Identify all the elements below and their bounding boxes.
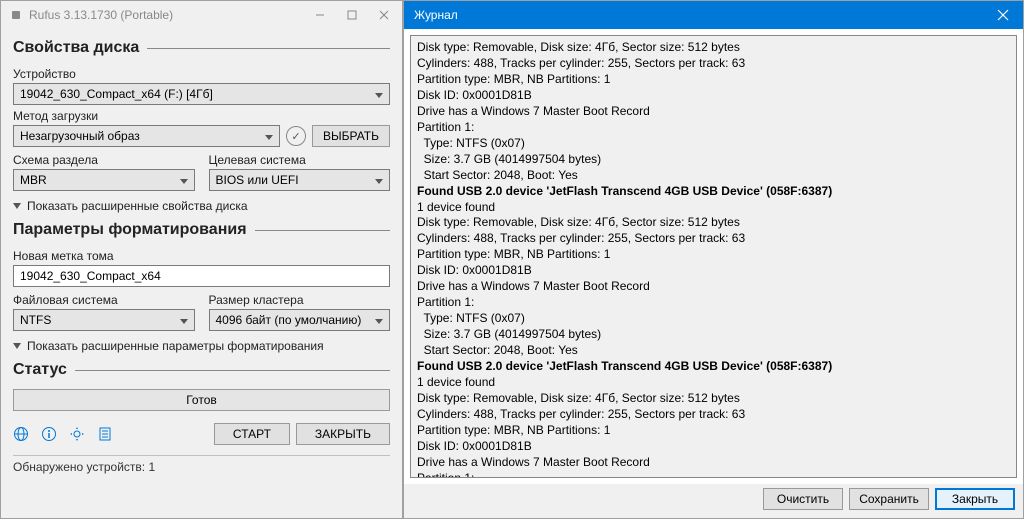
log-button-bar: Очистить Сохранить Закрыть [404, 484, 1023, 518]
info-icon[interactable] [41, 426, 57, 442]
log-line: Cylinders: 488, Tracks per cylinder: 255… [417, 231, 1010, 247]
expander-format-params[interactable]: Показать расширенные параметры форматиро… [13, 339, 390, 353]
start-button[interactable]: СТАРТ [214, 423, 290, 445]
log-line: Partition 1: [417, 295, 1010, 311]
label-cluster-size: Размер кластера [209, 293, 391, 307]
log-line: Cylinders: 488, Tracks per cylinder: 255… [417, 56, 1010, 72]
log-line: Partition type: MBR, NB Partitions: 1 [417, 72, 1010, 88]
log-line: Disk ID: 0x0001D81B [417, 263, 1010, 279]
target-system-dropdown[interactable]: BIOS или UEFI [209, 169, 391, 191]
log-line: Drive has a Windows 7 Master Boot Record [417, 455, 1010, 471]
log-line: Disk type: Removable, Disk size: 4Гб, Se… [417, 40, 1010, 56]
log-line: Size: 3.7 GB (4014997504 bytes) [417, 152, 1010, 168]
cluster-size-value: 4096 байт (по умолчанию) [216, 313, 362, 327]
log-body[interactable]: Disk type: Removable, Disk size: 4Гб, Se… [410, 35, 1017, 478]
expander-format-label: Показать расширенные параметры форматиро… [27, 339, 324, 353]
log-line: Found USB 2.0 device 'JetFlash Transcend… [417, 359, 1010, 375]
close-button[interactable] [368, 3, 400, 27]
devices-status: Обнаружено устройств: 1 [13, 455, 390, 474]
log-close-button[interactable]: Закрыть [935, 488, 1015, 510]
partition-scheme-value: MBR [20, 173, 47, 187]
log-line: Drive has a Windows 7 Master Boot Record [417, 104, 1010, 120]
volume-label-input[interactable] [13, 265, 390, 287]
log-line: Partition 1: [417, 120, 1010, 136]
log-line: Type: NTFS (0x07) [417, 136, 1010, 152]
log-line: 1 device found [417, 200, 1010, 216]
log-title: Журнал [414, 8, 983, 22]
file-system-value: NTFS [20, 313, 51, 327]
device-dropdown[interactable]: 19042_630_Compact_x64 (F:) [4Гб] [13, 83, 390, 105]
close-app-button[interactable]: ЗАКРЫТЬ [296, 423, 390, 445]
section-status: Статус [13, 361, 67, 379]
maximize-button[interactable] [336, 3, 368, 27]
cluster-size-dropdown[interactable]: 4096 байт (по умолчанию) [209, 309, 391, 331]
section-format-params: Параметры форматирования [13, 221, 247, 239]
log-line: Partition type: MBR, NB Partitions: 1 [417, 423, 1010, 439]
log-line: Drive has a Windows 7 Master Boot Record [417, 279, 1010, 295]
app-icon [9, 8, 23, 22]
divider [75, 370, 390, 371]
expander-drive-props[interactable]: Показать расширенные свойства диска [13, 199, 390, 213]
log-line: Start Sector: 2048, Boot: Yes [417, 343, 1010, 359]
boot-selection-value: Незагрузочный образ [20, 129, 140, 143]
section-drive-properties: Свойства диска [13, 39, 139, 57]
log-titlebar[interactable]: Журнал [404, 1, 1023, 29]
label-device: Устройство [13, 67, 390, 81]
log-line: Cylinders: 488, Tracks per cylinder: 255… [417, 407, 1010, 423]
label-boot-selection: Метод загрузки [13, 109, 390, 123]
log-line: Disk ID: 0x0001D81B [417, 88, 1010, 104]
log-clear-button[interactable]: Очистить [763, 488, 843, 510]
log-line: Found USB 2.0 device 'JetFlash Transcend… [417, 184, 1010, 200]
partition-scheme-dropdown[interactable]: MBR [13, 169, 195, 191]
log-line: Disk ID: 0x0001D81B [417, 439, 1010, 455]
main-window: Rufus 3.13.1730 (Portable) Свойства диск… [0, 0, 403, 519]
log-icon[interactable] [97, 426, 113, 442]
log-line: Disk type: Removable, Disk size: 4Гб, Se… [417, 391, 1010, 407]
log-close-titlebar-button[interactable] [983, 1, 1023, 29]
log-line: 1 device found [417, 375, 1010, 391]
log-line: Size: 3.7 GB (4014997504 bytes) [417, 327, 1010, 343]
main-titlebar[interactable]: Rufus 3.13.1730 (Portable) [1, 1, 402, 29]
label-target-system: Целевая система [209, 153, 391, 167]
log-line: Type: NTFS (0x07) [417, 311, 1010, 327]
label-file-system: Файловая система [13, 293, 195, 307]
file-system-dropdown[interactable]: NTFS [13, 309, 195, 331]
log-line: Partition type: MBR, NB Partitions: 1 [417, 247, 1010, 263]
status-bar: Готов [13, 389, 390, 411]
log-line: Partition 1: [417, 471, 1010, 478]
divider [147, 48, 390, 49]
globe-icon[interactable] [13, 426, 29, 442]
boot-selection-dropdown[interactable]: Незагрузочный образ [13, 125, 280, 147]
minimize-button[interactable] [304, 3, 336, 27]
log-line: Disk type: Removable, Disk size: 4Гб, Se… [417, 215, 1010, 231]
divider [255, 230, 390, 231]
label-partition-scheme: Схема раздела [13, 153, 195, 167]
status-text: Готов [186, 393, 217, 407]
device-value: 19042_630_Compact_x64 (F:) [4Гб] [20, 87, 213, 101]
log-line: Start Sector: 2048, Boot: Yes [417, 168, 1010, 184]
settings-icon[interactable] [69, 426, 85, 442]
log-window: Журнал Disk type: Removable, Disk size: … [403, 0, 1024, 519]
expander-drive-label: Показать расширенные свойства диска [27, 199, 248, 213]
select-button[interactable]: ВЫБРАТЬ [312, 125, 390, 147]
app-title: Rufus 3.13.1730 (Portable) [29, 8, 304, 22]
label-volume-label: Новая метка тома [13, 249, 390, 263]
target-system-value: BIOS или UEFI [216, 173, 299, 187]
log-save-button[interactable]: Сохранить [849, 488, 929, 510]
check-icon[interactable]: ✓ [286, 126, 306, 146]
